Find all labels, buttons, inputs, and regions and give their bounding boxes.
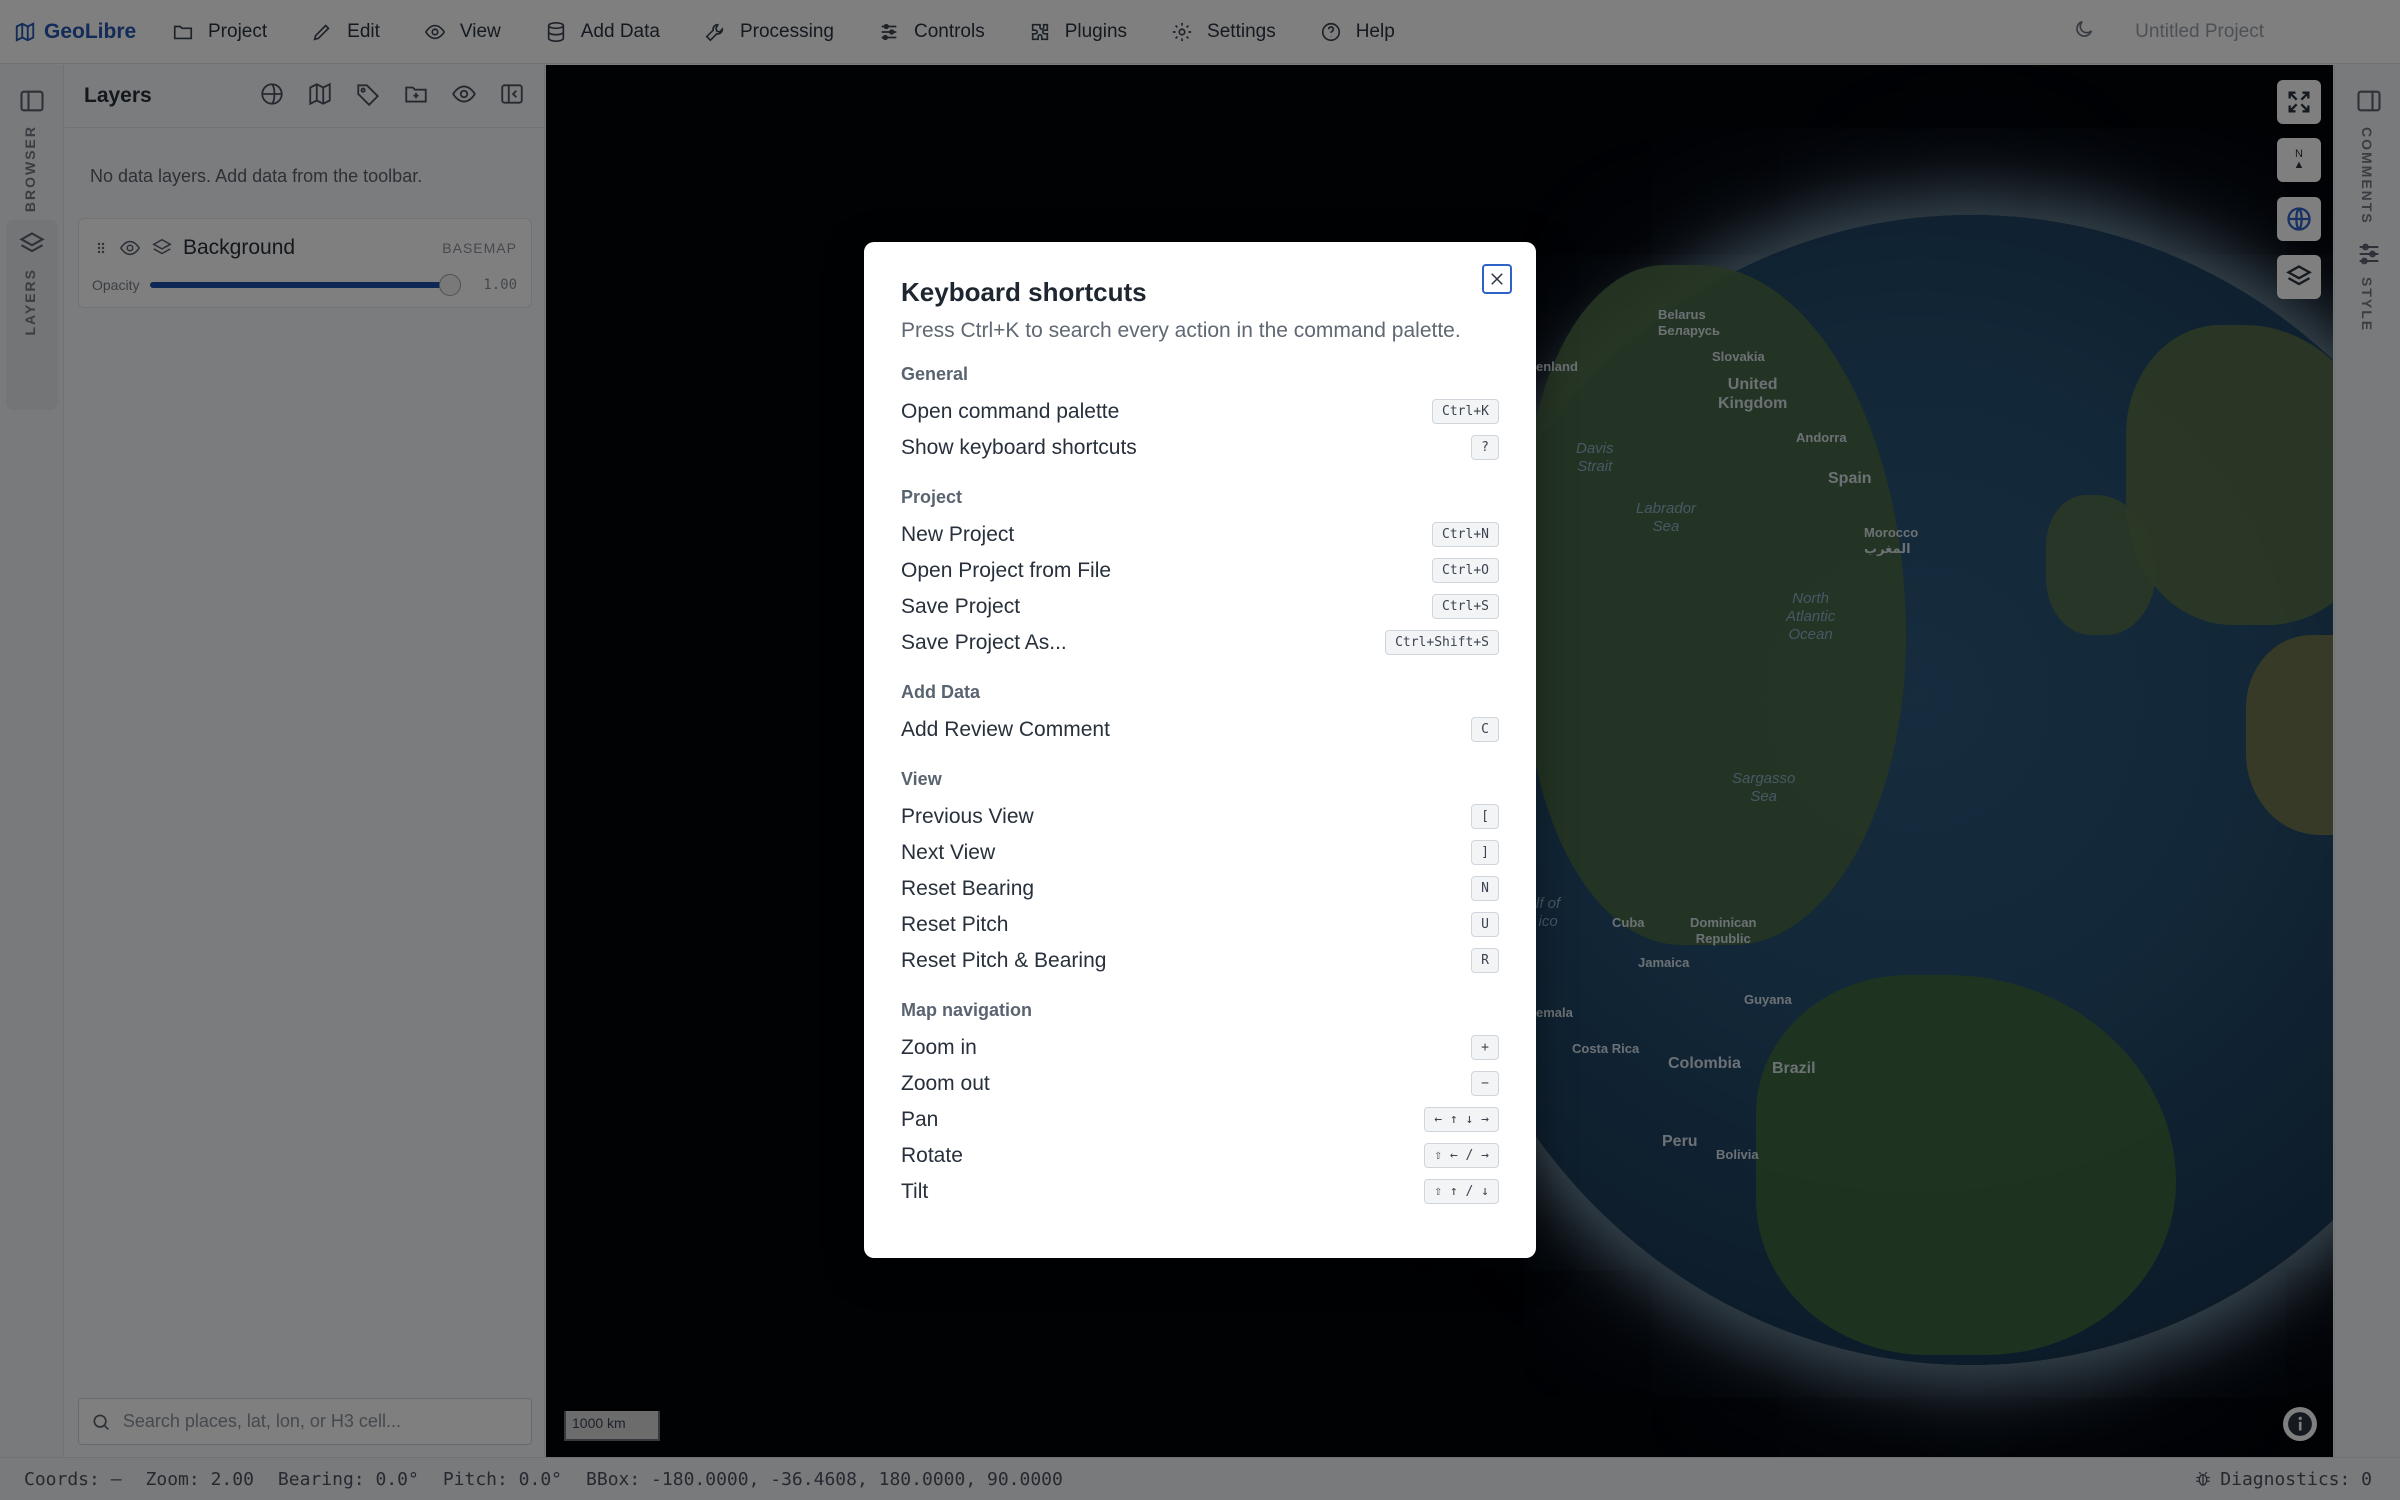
shortcut-section: General Open command palette Ctrl+K Show ke… <box>901 362 1499 466</box>
shortcut-row: Reset Bearing N <box>901 871 1499 907</box>
shortcut-key: ⇧ ← / → <box>1424 1143 1499 1169</box>
section-title: Map navigation <box>901 999 1033 1020</box>
shortcut-row: New Project Ctrl+N <box>901 517 1499 553</box>
shortcut-label: New Project <box>901 522 1015 546</box>
shortcut-label: Save Project <box>901 594 1021 618</box>
close-icon <box>1491 273 1503 285</box>
dialog-title: Keyboard shortcuts <box>901 277 1147 307</box>
shortcut-key: ] <box>1471 840 1499 866</box>
shortcut-label: Save Project As... <box>901 630 1067 654</box>
shortcut-label: Reset Bearing <box>901 876 1035 900</box>
shortcut-sections: General Open command palette Ctrl+K Show ke… <box>901 362 1499 1210</box>
section-title: View <box>901 768 942 789</box>
shortcut-key: Ctrl+O <box>1432 558 1499 584</box>
section-title: Add Data <box>901 681 981 702</box>
shortcut-key: [ <box>1471 804 1499 830</box>
section-title: General <box>901 363 969 384</box>
shortcut-row: Previous View [ <box>901 799 1499 835</box>
shortcut-row: Pan ← ↑ ↓ → <box>901 1102 1499 1138</box>
shortcut-key: Ctrl+K <box>1432 399 1499 425</box>
shortcut-section: Add Data Add Review Comment C <box>901 680 1499 748</box>
shortcut-key: − <box>1471 1071 1499 1097</box>
shortcut-row: Show keyboard shortcuts? <box>901 430 1499 466</box>
shortcut-label: Zoom out <box>901 1071 990 1095</box>
shortcut-label: Previous View <box>901 804 1034 828</box>
shortcut-label: Open command palette <box>901 399 1120 423</box>
shortcut-row: Add Review Comment C <box>901 712 1499 748</box>
shortcut-row: Rotate ⇧ ← / → <box>901 1138 1499 1174</box>
shortcut-row: Zoom out − <box>901 1066 1499 1102</box>
shortcut-key: C <box>1471 717 1499 743</box>
shortcut-label: Show keyboard shortcuts <box>901 435 1137 459</box>
shortcut-key: ← ↑ ↓ → <box>1424 1107 1499 1133</box>
shortcut-section: Project New Project Ctrl+N Open Project fro… <box>901 485 1499 661</box>
shortcut-key: ⇧ ↑ / ↓ <box>1424 1179 1499 1205</box>
shortcut-row: Save Project As... Ctrl+Shift+S <box>901 625 1499 661</box>
shortcut-row: Tilt ⇧ ↑ / ↓ <box>901 1174 1499 1210</box>
shortcut-row: Reset Pitch & Bearing R <box>901 943 1499 979</box>
shortcut-label: Reset Pitch & Bearing <box>901 948 1107 972</box>
shortcut-section: Map navigation Zoom in + Zoom out − Pan ← ↑ ↓ … <box>901 998 1499 1210</box>
shortcut-row: Reset Pitch U <box>901 907 1499 943</box>
shortcut-label: Tilt <box>901 1179 929 1203</box>
shortcut-row: Open command palette Ctrl+K <box>901 394 1499 430</box>
shortcut-label: Pan <box>901 1107 939 1131</box>
shortcut-key: Ctrl+Shift+S <box>1385 630 1499 656</box>
shortcut-label: Zoom in <box>901 1035 977 1059</box>
shortcut-key: + <box>1471 1035 1499 1061</box>
keyboard-shortcuts-dialog: Keyboard shortcuts Press Ctrl+K to searc… <box>864 242 1536 1258</box>
shortcut-row: Zoom in + <box>901 1030 1499 1066</box>
shortcut-key: ? <box>1471 435 1499 461</box>
shortcut-label: Open Project from File <box>901 558 1112 582</box>
shortcut-key: Ctrl+S <box>1432 594 1499 620</box>
shortcut-row: Save Project Ctrl+S <box>901 589 1499 625</box>
shortcut-label: Rotate <box>901 1143 963 1167</box>
shortcut-section: View Previous View[Next View] Reset Bearin… <box>901 767 1499 979</box>
shortcut-row: Open Project from File Ctrl+O <box>901 553 1499 589</box>
shortcut-key: Ctrl+N <box>1432 522 1499 548</box>
section-title: Project <box>901 486 963 507</box>
shortcut-label: Reset Pitch <box>901 912 1009 936</box>
shortcut-key: N <box>1471 876 1499 902</box>
shortcut-label: Add Review Comment <box>901 717 1110 741</box>
shortcut-key: R <box>1471 948 1499 974</box>
close-button[interactable] <box>1482 264 1512 294</box>
shortcut-row: Next View] <box>901 835 1499 871</box>
dialog-subtitle: Press Ctrl+K to search every action in t… <box>901 318 1461 342</box>
shortcut-label: Next View <box>901 840 996 864</box>
shortcut-key: U <box>1471 912 1499 938</box>
